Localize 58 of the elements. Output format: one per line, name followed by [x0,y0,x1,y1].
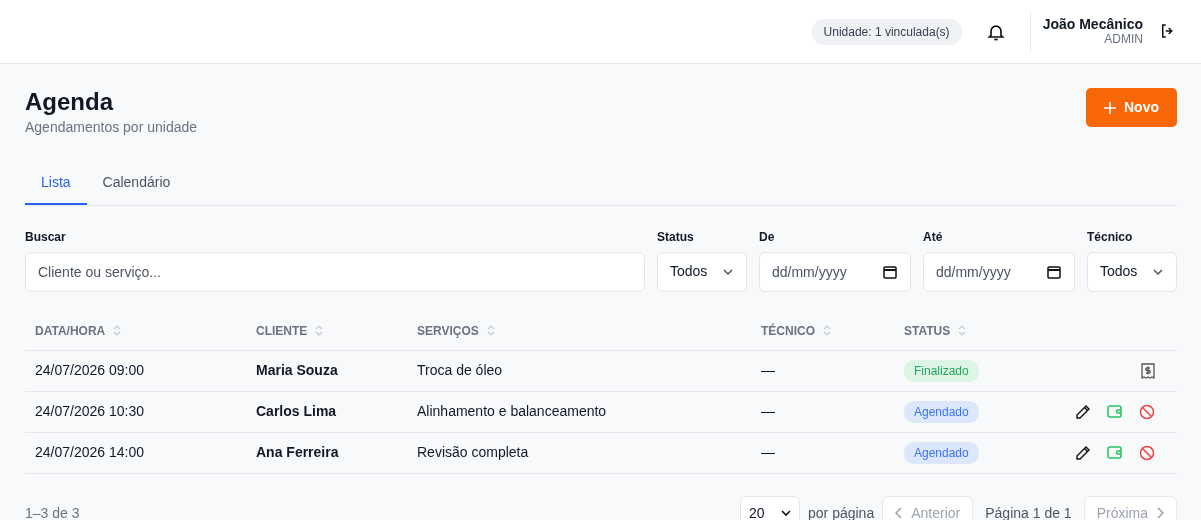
cancel-icon[interactable] [1139,403,1155,420]
page-subtitle: Agendamentos por unidade [25,117,198,137]
search-field[interactable]: Cliente ou serviço... [25,251,645,292]
column-header[interactable]: TÉCNICO [761,321,815,340]
table-cell-text: 24/07/2026 10:30 [35,402,144,422]
user-role: ADMIN [1103,32,1143,46]
table-cell-text: Revisão completa [417,443,529,463]
table-cell-text: — [761,361,775,381]
client-name: Maria Souza [256,361,338,381]
sort-icon [113,325,122,337]
table-cell-text: 24/07/2026 09:00 [35,361,144,381]
calendar-icon [883,264,897,279]
status-badge: Finalizado [904,359,979,382]
filter-label: Status [657,228,695,246]
cancel-icon[interactable] [1139,444,1155,461]
column-header[interactable]: SERVIÇOS [417,321,479,340]
user-name: João Mecânico [1042,17,1143,33]
unit-badge: Unidade: 1 vinculada(s) [811,18,962,45]
client-name: Ana Ferreira [256,443,339,463]
new-button[interactable]: Novo [1086,88,1177,127]
sort-icon [486,325,495,337]
sort-icon [958,325,967,337]
plus-icon [1104,101,1116,114]
tab[interactable]: Lista [25,163,87,205]
chevron-down-icon [781,508,792,519]
sort-icon [315,325,324,337]
column-header[interactable]: CLIENTE [256,321,308,340]
sort-icon [823,325,831,337]
column-header[interactable]: DATA/HORA [35,321,106,340]
status-badge: Agendado [904,441,979,464]
filter-label: Buscar [25,228,67,246]
table-cell-text: — [761,402,775,422]
date-field[interactable]: dd/mm/yyyy [759,251,911,292]
pencil-icon[interactable] [1075,444,1091,461]
page-info: Página 1 de 1 [984,503,1073,520]
filter-label: Técnico [1087,228,1134,246]
receipt-icon[interactable] [1141,362,1155,379]
client-name: Carlos Lima [256,402,337,422]
table-cell-text: 24/07/2026 14:00 [35,443,144,463]
select-field[interactable]: Todos [1087,251,1177,292]
date-field[interactable]: dd/mm/yyyy [923,251,1075,292]
status-badge: Agendado [904,400,979,423]
chevron-left-icon [895,507,904,520]
column-header[interactable]: STATUS [904,321,951,340]
tab[interactable]: Calendário [86,163,187,205]
filter-label: De [759,228,776,246]
page-size-label: por página [808,503,875,520]
table-cell-text: Alinhamento e balanceamento [417,402,607,422]
chevron-right-icon [1156,507,1164,520]
table-cell-text: Troca de óleo [417,361,503,381]
select-field[interactable]: Todos [657,251,747,292]
calendar-icon [1047,264,1061,279]
page-size-select[interactable]: 20 [740,496,801,520]
page-title: Agenda [25,88,115,117]
pencil-icon[interactable] [1075,403,1091,420]
table-cell-text: — [761,443,775,463]
result-range: 1–3 de 3 [25,503,80,520]
filter-label: Até [923,228,944,246]
